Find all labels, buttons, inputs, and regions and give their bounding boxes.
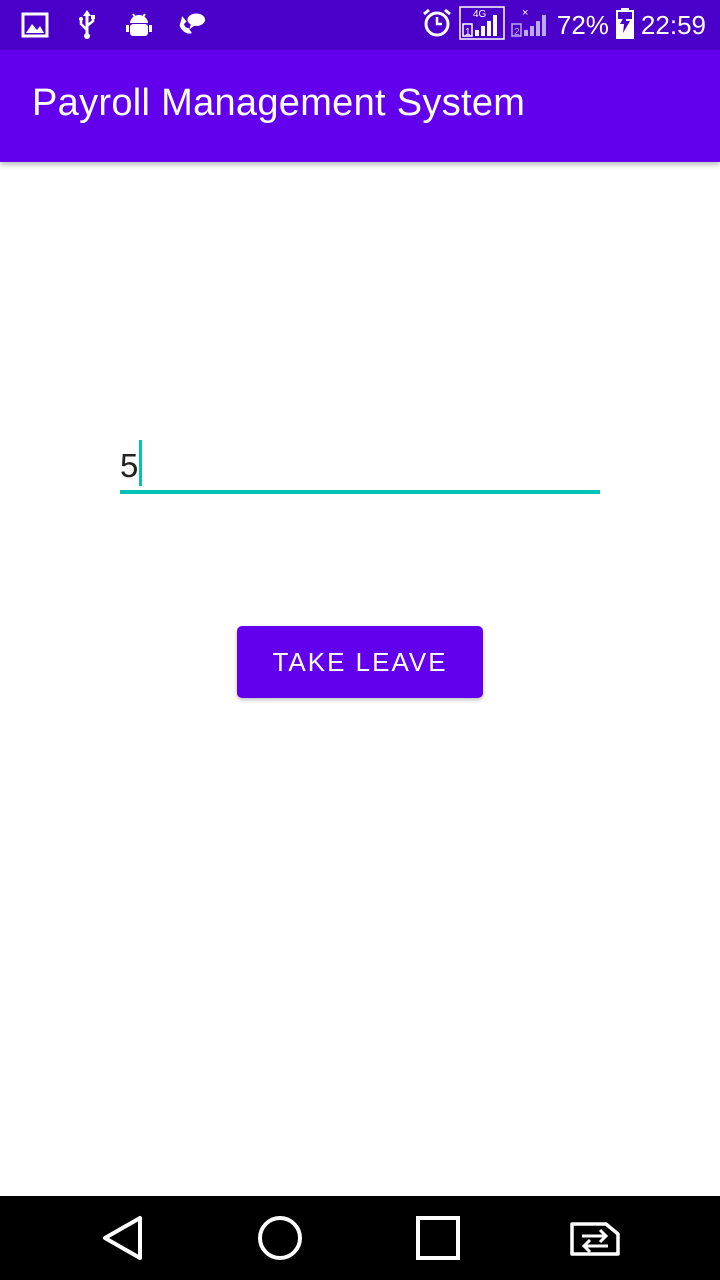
chat-icon — [176, 10, 206, 40]
status-bar: 4G 1 × 2 72% 22:59 — [0, 0, 720, 50]
recents-icon[interactable] — [410, 1210, 466, 1266]
screen: 4G 1 × 2 72% 22:59 Payroll Management Sy… — [0, 0, 720, 1280]
leave-days-value[interactable]: 5 — [120, 448, 138, 484]
image-icon — [20, 10, 50, 40]
sim-switch-icon[interactable] — [568, 1210, 624, 1266]
svg-text:1: 1 — [465, 27, 471, 38]
android-debug-icon — [124, 10, 154, 40]
svg-text:2: 2 — [514, 27, 520, 38]
text-cursor — [139, 440, 142, 486]
battery-charging-icon — [615, 7, 635, 44]
usb-icon — [72, 10, 102, 40]
status-left-icons — [20, 8, 206, 42]
leave-days-field[interactable]: 5 — [120, 432, 600, 496]
navigation-bar — [0, 1196, 720, 1280]
status-right-icons: 4G 1 × 2 72% 22:59 — [421, 5, 706, 45]
app-title: Payroll Management System — [32, 82, 526, 124]
signal-sim1-icon: 4G 1 — [459, 5, 505, 45]
input-underline — [120, 490, 600, 494]
status-time: 22:59 — [640, 9, 706, 40]
signal-sim2-icon: × 2 — [511, 6, 551, 45]
battery-percent: 72% — [556, 9, 609, 40]
home-icon[interactable] — [252, 1210, 308, 1266]
back-icon[interactable] — [94, 1210, 150, 1266]
svg-text:×: × — [522, 7, 528, 19]
alarm-icon — [421, 7, 453, 44]
take-leave-button[interactable]: TAKE LEAVE — [237, 626, 483, 698]
network-label: 4G — [473, 9, 487, 20]
app-bar: Payroll Management System — [0, 50, 720, 162]
